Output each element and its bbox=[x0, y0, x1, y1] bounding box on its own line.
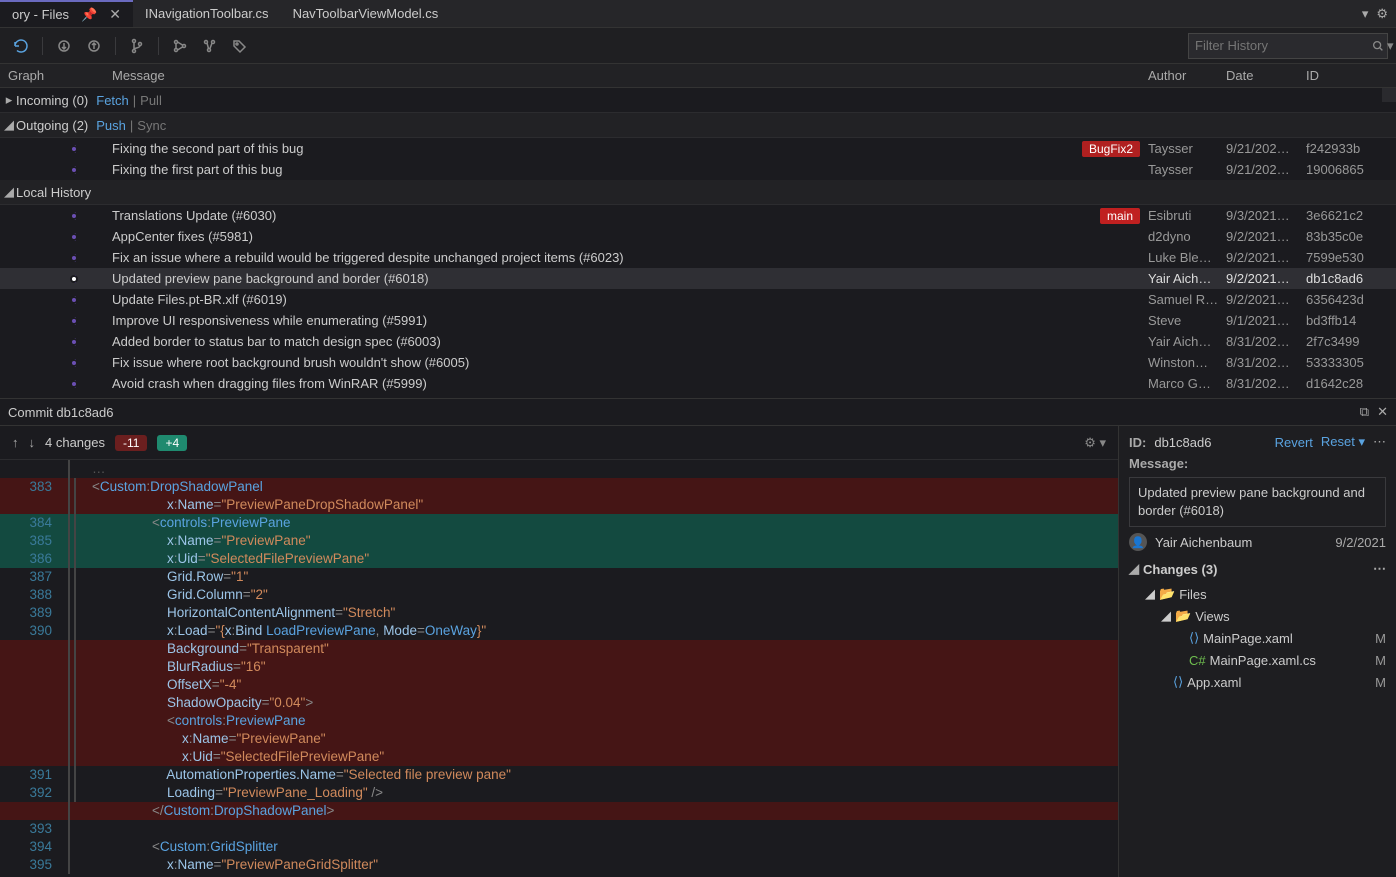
document-tabs: ory - Files 📌 ✕ INavigationToolbar.cs Na… bbox=[0, 0, 1396, 28]
caret-right-icon: ▸ bbox=[4, 92, 14, 108]
git-toolbar: ▾ bbox=[0, 28, 1396, 64]
filter-history-input[interactable]: ▾ bbox=[1188, 33, 1388, 59]
group-incoming[interactable]: ▸ Incoming (0) Fetch|Pull bbox=[0, 88, 1396, 113]
commit-row[interactable]: Updated preview pane background and bord… bbox=[0, 268, 1396, 289]
commit-row[interactable]: Fixing the second part of this bugBugFix… bbox=[0, 138, 1396, 159]
folder-icon: 📂 bbox=[1175, 608, 1191, 624]
fetch-icon[interactable] bbox=[51, 33, 77, 59]
more-icon[interactable]: ⋯ bbox=[1373, 434, 1386, 450]
branch-tag[interactable]: BugFix2 bbox=[1082, 141, 1140, 157]
commit-date: 9/2/2021 bbox=[1335, 535, 1386, 550]
caret-down-icon: ◢ bbox=[4, 184, 14, 200]
col-graph[interactable]: Graph bbox=[0, 64, 112, 87]
col-author[interactable]: Author bbox=[1148, 64, 1226, 87]
tab-label: ory - Files bbox=[12, 7, 69, 22]
sync-link[interactable]: Sync bbox=[137, 118, 166, 133]
commit-row[interactable]: AppCenter fixes (#5981)d2dyno9/2/2021…83… bbox=[0, 226, 1396, 247]
cs-file-icon: C# bbox=[1189, 653, 1206, 668]
group-local[interactable]: ◢ Local History bbox=[0, 180, 1396, 205]
tab-file[interactable]: NavToolbarViewModel.cs bbox=[281, 0, 451, 27]
diff-toolbar: ↑ ↓ 4 changes -11 +4 ⚙ ▾ bbox=[0, 426, 1118, 460]
commit-row[interactable]: Translations Update (#6030)mainEsibruti9… bbox=[0, 205, 1396, 226]
col-message[interactable]: Message bbox=[112, 64, 1148, 87]
tree-folder[interactable]: ◢📂Files bbox=[1129, 583, 1386, 605]
col-id[interactable]: ID bbox=[1306, 64, 1396, 87]
chevron-down-icon[interactable]: ▾ bbox=[1362, 6, 1369, 22]
commit-row[interactable]: Fixing the first part of this bug Taysse… bbox=[0, 159, 1396, 180]
commit-message: Updated preview pane background and bord… bbox=[1129, 477, 1386, 527]
code-editor[interactable]: … 383<Custom:DropShadowPanel x:Name="Pre… bbox=[0, 460, 1118, 877]
tab-file[interactable]: INavigationToolbar.cs bbox=[133, 0, 281, 27]
gear-icon[interactable]: ⚙ bbox=[1376, 6, 1388, 22]
tag-icon[interactable] bbox=[227, 33, 253, 59]
commit-title: Commit db1c8ad6 bbox=[8, 405, 114, 420]
tab-active[interactable]: ory - Files 📌 ✕ bbox=[0, 0, 133, 27]
commit-id: db1c8ad6 bbox=[1154, 435, 1211, 450]
history-columns: Graph Message Author Date ID bbox=[0, 64, 1396, 88]
fetch-link[interactable]: Fetch bbox=[96, 93, 129, 108]
commit-details: ID: db1c8ad6 Revert Reset ▾ ⋯ Message: U… bbox=[1118, 426, 1396, 877]
refresh-icon[interactable] bbox=[8, 33, 34, 59]
branch-tag[interactable]: main bbox=[1100, 208, 1140, 224]
changes-count: 4 changes bbox=[45, 435, 105, 450]
gear-icon[interactable]: ⚙ ▾ bbox=[1084, 435, 1106, 451]
caret-down-icon: ◢ bbox=[4, 117, 14, 133]
folder-icon: 📂 bbox=[1159, 586, 1175, 602]
tree-file[interactable]: ⟨⟩MainPage.xamlM bbox=[1129, 627, 1386, 649]
lines-added: +4 bbox=[157, 435, 187, 451]
col-date[interactable]: Date bbox=[1226, 64, 1306, 87]
group-outgoing[interactable]: ◢ Outgoing (2) Push|Sync bbox=[0, 113, 1396, 138]
push-link[interactable]: Push bbox=[96, 118, 126, 133]
commit-row[interactable]: Update Files.pt-BR.xlf (#6019)Samuel R…9… bbox=[0, 289, 1396, 310]
commit-row[interactable]: Avoid crash when dragging files from Win… bbox=[0, 373, 1396, 394]
tree-folder[interactable]: ◢📂Views bbox=[1129, 605, 1386, 627]
pull-link[interactable]: Pull bbox=[140, 93, 162, 108]
down-arrow-icon[interactable]: ↓ bbox=[29, 435, 36, 450]
caret-down-icon[interactable]: ◢ bbox=[1129, 561, 1139, 577]
commit-row[interactable]: Improve UI responsiveness while enumerat… bbox=[0, 310, 1396, 331]
diff-viewer: ↑ ↓ 4 changes -11 +4 ⚙ ▾ … 383<Custom:Dr… bbox=[0, 426, 1118, 877]
commit-author: Yair Aichenbaum bbox=[1155, 535, 1252, 550]
pull-icon[interactable] bbox=[81, 33, 107, 59]
more-icon[interactable]: ⋯ bbox=[1373, 561, 1386, 577]
graph-toggle-icon[interactable] bbox=[167, 33, 193, 59]
changes-tree: ◢📂Files ◢📂Views ⟨⟩MainPage.xamlM C#MainP… bbox=[1129, 583, 1386, 693]
pin-icon[interactable]: 📌 bbox=[81, 7, 97, 23]
close-icon[interactable]: ✕ bbox=[109, 6, 121, 23]
commit-row[interactable]: Fix an issue where a rebuild would be tr… bbox=[0, 247, 1396, 268]
chevron-down-icon[interactable]: ▾ bbox=[1387, 38, 1394, 54]
filter-input[interactable] bbox=[1195, 38, 1371, 53]
tree-file[interactable]: C#MainPage.xaml.csM bbox=[1129, 649, 1386, 671]
filter-icon[interactable] bbox=[197, 33, 223, 59]
commit-pane-header: Commit db1c8ad6 ⧉ ✕ bbox=[0, 398, 1396, 426]
restore-icon[interactable]: ⧉ bbox=[1360, 404, 1369, 420]
revert-link[interactable]: Revert bbox=[1275, 435, 1313, 450]
xaml-file-icon: ⟨⟩ bbox=[1189, 630, 1199, 646]
commit-row[interactable]: Fix issue where root background brush wo… bbox=[0, 352, 1396, 373]
reset-dropdown[interactable]: Reset ▾ bbox=[1321, 434, 1365, 450]
xaml-file-icon: ⟨⟩ bbox=[1173, 674, 1183, 690]
close-icon[interactable]: ✕ bbox=[1377, 404, 1388, 420]
history-list: ▸ Incoming (0) Fetch|Pull ◢ Outgoing (2)… bbox=[0, 88, 1396, 398]
lines-removed: -11 bbox=[115, 435, 147, 451]
commit-row[interactable]: Added border to status bar to match desi… bbox=[0, 331, 1396, 352]
up-arrow-icon[interactable]: ↑ bbox=[12, 435, 19, 450]
tree-file[interactable]: ⟨⟩App.xamlM bbox=[1129, 671, 1386, 693]
scrollbar[interactable] bbox=[1382, 88, 1396, 102]
caret-down-icon: ◢ bbox=[1145, 586, 1155, 602]
branch-icon[interactable] bbox=[124, 33, 150, 59]
search-icon[interactable] bbox=[1371, 39, 1385, 53]
caret-down-icon: ◢ bbox=[1161, 608, 1171, 624]
avatar: 👤 bbox=[1129, 533, 1147, 551]
